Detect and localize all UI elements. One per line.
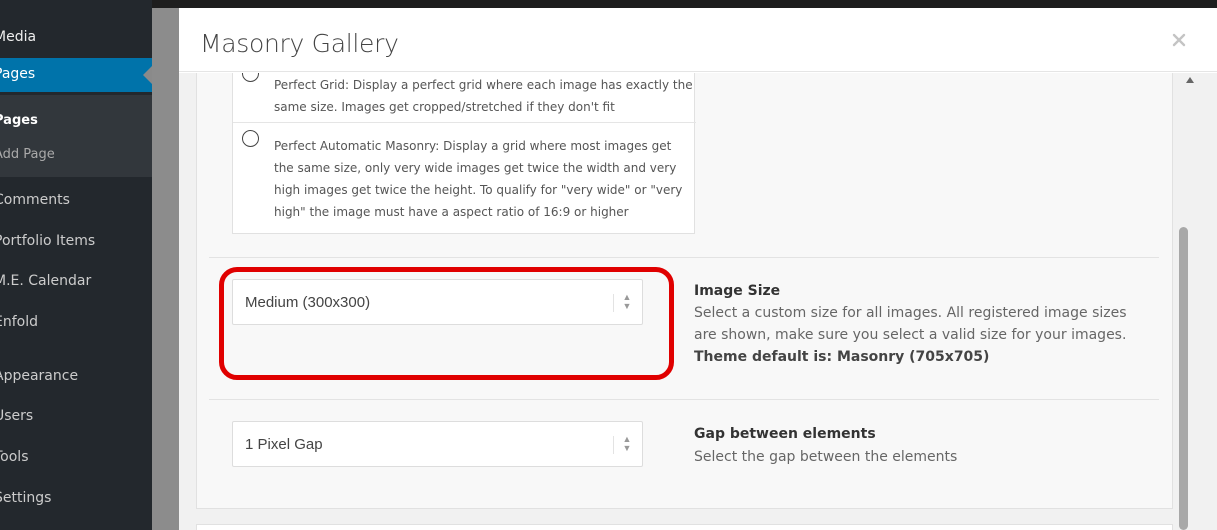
divider <box>209 399 1159 400</box>
select-separator <box>613 436 614 454</box>
divider <box>209 257 1159 258</box>
sidebar-item-calendar[interactable]: M.E. Calendar <box>0 273 152 295</box>
sidebar-item-enfold[interactable]: Enfold <box>0 314 152 336</box>
image-size-default-note: Theme default is: Masonry (705x705) <box>694 349 990 365</box>
radio-option-label: Perfect Automatic Masonry: Display a gri… <box>274 139 683 219</box>
sidebar-item-portfolio[interactable]: Portfolio Items <box>0 233 152 255</box>
sidebar-item-pages[interactable]: Pages <box>0 58 152 92</box>
sidebar-item-tools[interactable]: Tools <box>0 449 152 471</box>
select-value: 1 Pixel Gap <box>245 436 323 453</box>
sidebar-item-label: Portfolio Items <box>0 233 96 249</box>
image-size-description: Select a custom size for all images. All… <box>694 302 1144 368</box>
radio-button[interactable] <box>242 130 259 147</box>
sidebar-item-label: Pages <box>0 66 36 82</box>
sidebar-item-appearance[interactable]: Appearance <box>0 368 152 390</box>
sidebar-item-label: Appearance <box>0 368 79 384</box>
sidebar-item-label: Tools <box>0 449 29 465</box>
sidebar-item-settings[interactable]: Settings <box>0 490 152 512</box>
radio-button[interactable] <box>242 73 259 82</box>
gap-label: Gap between elements <box>694 426 876 442</box>
modal-header: Masonry Gallery <box>179 8 1217 72</box>
sidebar-item-label: Settings <box>0 490 52 506</box>
sidebar-item-label: Add Page <box>0 147 55 162</box>
submenu-item-add-page[interactable]: Add Page <box>0 147 152 167</box>
gap-description: Select the gap between the elements <box>694 449 958 465</box>
masonry-gallery-modal: Masonry Gallery Perfect Grid: Display a … <box>179 8 1217 530</box>
admin-sidebar: Media Pages Pages Add Page Comments Port… <box>0 0 152 530</box>
radio-option-automatic-masonry[interactable]: Perfect Automatic Masonry: Display a gri… <box>233 124 696 234</box>
radio-option-label: Perfect Grid: Display a perfect grid whe… <box>274 78 693 114</box>
highlight-annotation <box>219 267 674 380</box>
sidebar-item-label: Enfold <box>0 314 38 330</box>
modal-scrollbar[interactable] <box>1179 73 1203 530</box>
close-icon[interactable] <box>1170 31 1188 49</box>
gap-select[interactable]: 1 Pixel Gap ▲ ▼ <box>232 421 643 467</box>
modal-body[interactable]: Perfect Grid: Display a perfect grid whe… <box>179 73 1217 530</box>
modal-backdrop <box>152 0 179 530</box>
layout-radio-group: Perfect Grid: Display a perfect grid whe… <box>232 73 696 234</box>
next-options-panel <box>196 524 1173 530</box>
sidebar-submenu: Pages Add Page <box>0 95 152 177</box>
sidebar-item-media[interactable]: Media <box>0 29 152 51</box>
select-arrows-icon: ▲ ▼ <box>622 434 632 453</box>
sidebar-item-label: Pages <box>0 113 38 128</box>
modal-backdrop-top <box>152 0 1217 8</box>
sidebar-item-label: Users <box>0 408 34 424</box>
radio-option-perfect-grid[interactable]: Perfect Grid: Display a perfect grid whe… <box>233 73 696 123</box>
sidebar-item-users[interactable]: Users <box>0 408 152 430</box>
scroll-up-arrow-icon[interactable] <box>1186 77 1194 83</box>
modal-title: Masonry Gallery <box>200 29 399 58</box>
submenu-item-all-pages[interactable]: Pages <box>0 113 152 133</box>
image-size-description-text: Select a custom size for all images. All… <box>694 305 1127 343</box>
image-size-label: Image Size <box>694 283 781 299</box>
current-menu-pointer <box>143 66 152 84</box>
scrollbar-thumb[interactable] <box>1179 227 1188 530</box>
sidebar-item-label: M.E. Calendar <box>0 273 92 289</box>
options-panel: Perfect Grid: Display a perfect grid whe… <box>196 73 1173 509</box>
sidebar-item-comments[interactable]: Comments <box>0 192 152 214</box>
sidebar-item-label: Media <box>0 29 37 45</box>
sidebar-item-label: Comments <box>0 192 70 208</box>
